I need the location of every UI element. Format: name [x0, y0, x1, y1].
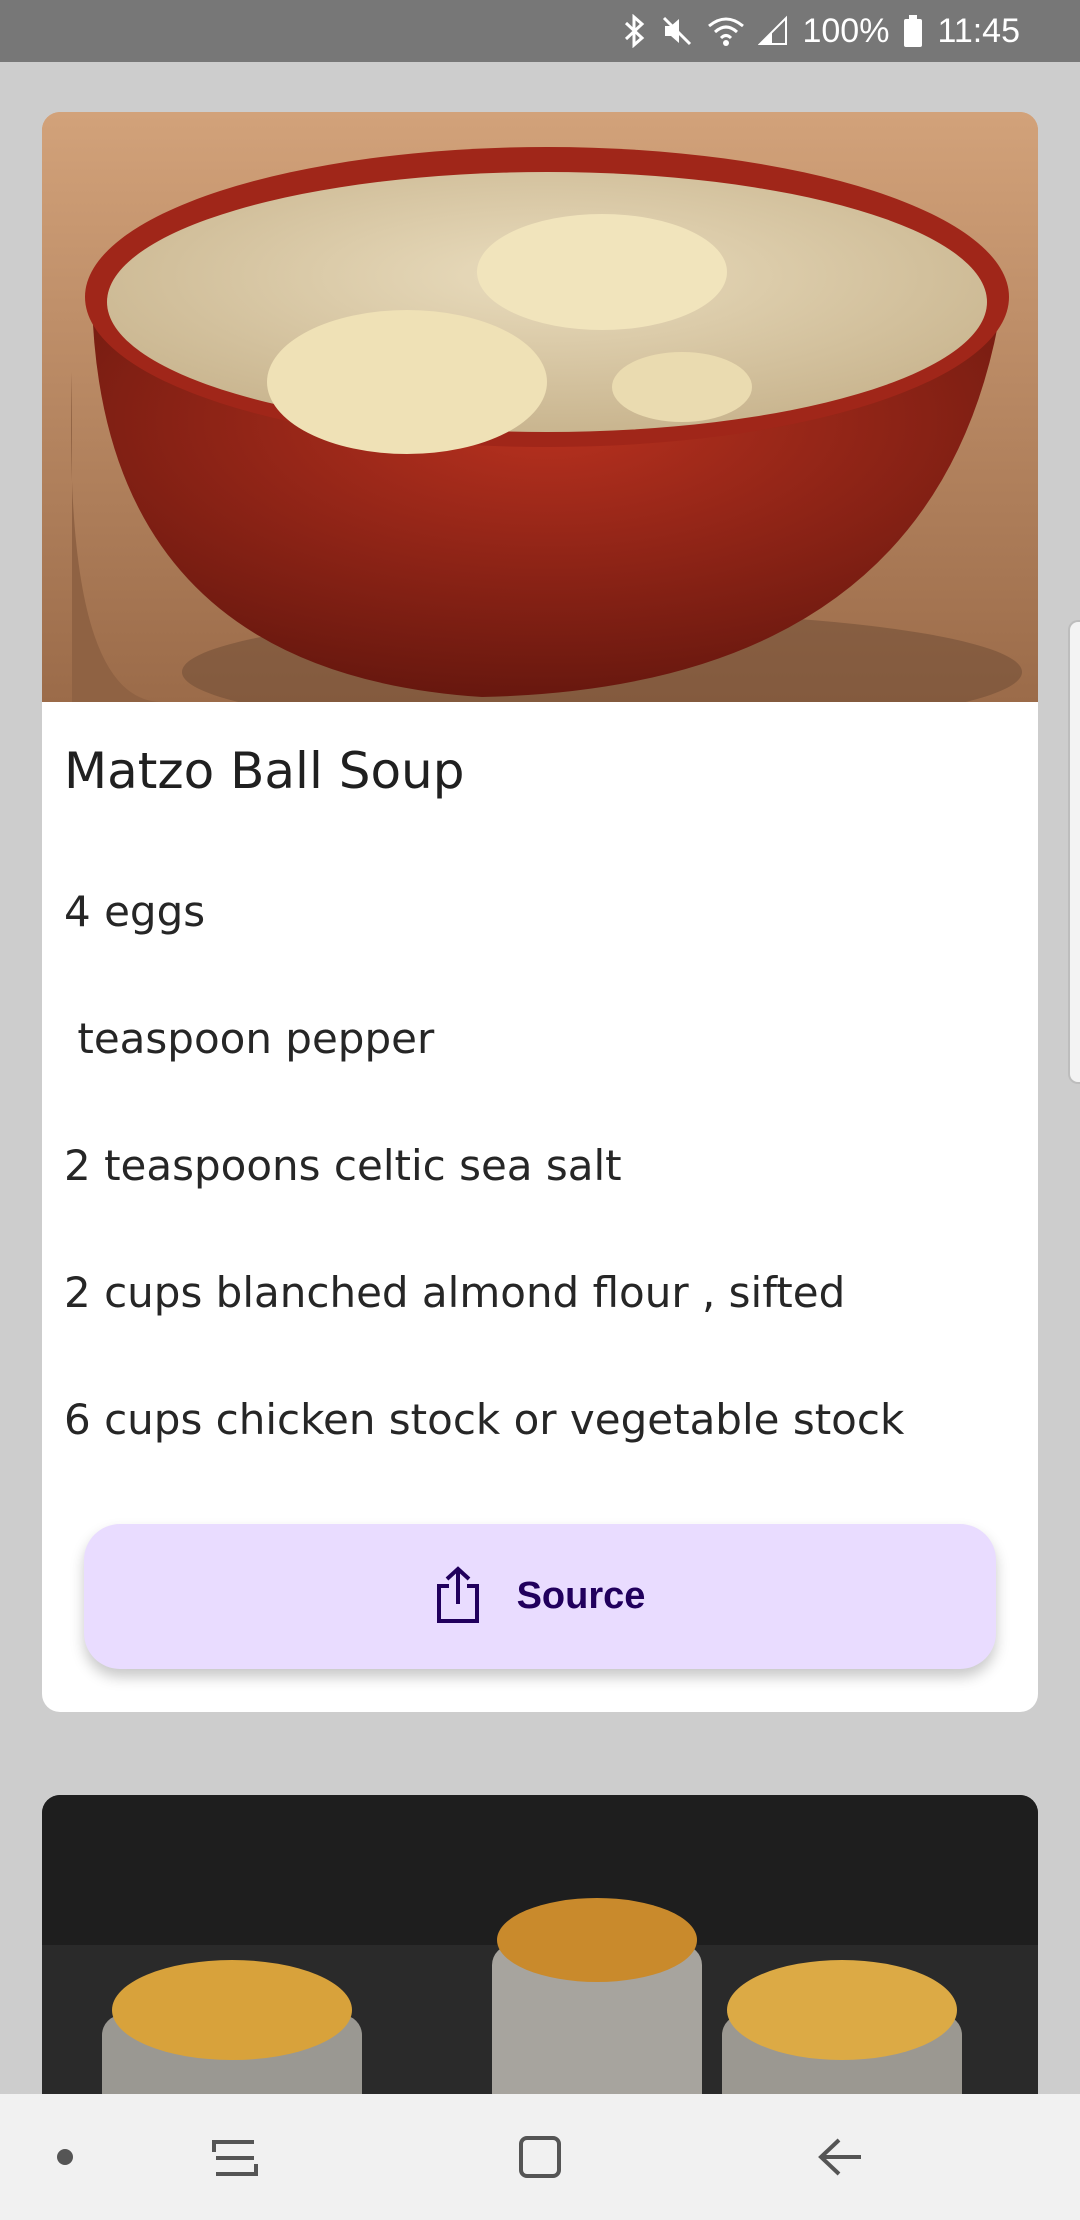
ingredient-item: 2 teaspoons celtic sea salt: [64, 1141, 622, 1190]
dot-icon[interactable]: [40, 2094, 90, 2220]
recent-apps-icon[interactable]: [195, 2094, 275, 2220]
signal-icon: [758, 14, 788, 48]
back-icon[interactable]: [800, 2094, 880, 2220]
wifi-icon: [706, 14, 746, 48]
share-icon: [435, 1566, 481, 1627]
status-icons: [622, 14, 788, 48]
bluetooth-icon: [622, 14, 648, 48]
ingredient-list: 4 eggs teaspoon pepper 2 teaspoons celti…: [64, 887, 904, 1522]
clock: 11:45: [937, 11, 1020, 50]
navigation-bar: [0, 2094, 1080, 2220]
source-button[interactable]: Source: [84, 1524, 996, 1669]
source-button-label: Source: [516, 1575, 646, 1617]
ingredient-item: 2 cups blanched almond flour , sifted: [64, 1268, 846, 1317]
battery-percent: 100%: [802, 11, 890, 50]
next-recipe-image: [42, 1795, 1038, 2135]
home-icon[interactable]: [500, 2094, 580, 2220]
next-recipe-card[interactable]: [42, 1795, 1038, 2135]
ingredient-item: 6 cups chicken stock or vegetable stock: [64, 1395, 905, 1444]
ingredient-item: 4 eggs: [64, 887, 206, 936]
recipe-title: Matzo Ball Soup: [64, 742, 465, 800]
ingredient-item: teaspoon pepper: [64, 1014, 435, 1063]
battery-icon: [903, 15, 923, 47]
mute-icon: [660, 14, 694, 48]
recipe-image: [42, 112, 1038, 702]
status-bar: 100% 11:45: [0, 0, 1080, 62]
recipe-card[interactable]: Matzo Ball Soup 4 eggs teaspoon pepper 2…: [42, 112, 1038, 1712]
scrollbar-handle[interactable]: [1068, 620, 1080, 1084]
